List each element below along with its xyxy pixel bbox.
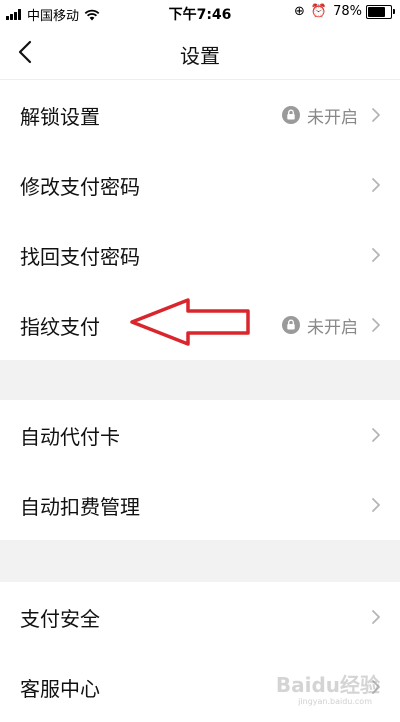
- status-bar: 中国移动 下午7:46 ⊕ ⏰ 78%: [0, 0, 400, 26]
- battery-icon: [366, 4, 395, 19]
- rotation-lock-icon: ⊕: [294, 4, 305, 19]
- section-divider: [0, 540, 400, 582]
- row-label: 找回支付密码: [20, 244, 140, 269]
- chevron-right-icon: [372, 178, 380, 192]
- lock-icon: [282, 316, 300, 334]
- row-label: 解锁设置: [20, 104, 100, 129]
- battery-fill: [368, 6, 386, 17]
- row-label: 修改支付密码: [20, 174, 140, 199]
- nav-bar: 设置: [0, 26, 400, 80]
- row-label: 自动代付卡: [20, 424, 120, 449]
- lock-icon: [282, 106, 300, 124]
- row-label: 支付安全: [20, 606, 100, 631]
- chevron-right-icon: [372, 108, 380, 122]
- battery-percent: 78%: [333, 4, 362, 19]
- settings-row-recover-password[interactable]: 找回支付密码: [0, 220, 400, 290]
- battery-nub: [393, 8, 395, 14]
- status-text: 未开启: [307, 317, 358, 338]
- page-title: 设置: [180, 44, 220, 68]
- settings-row-auto-pay-card[interactable]: 自动代付卡: [0, 400, 400, 470]
- chevron-right-icon: [372, 248, 380, 262]
- status-text: 未开启: [307, 107, 358, 128]
- settings-row-pay-security[interactable]: 支付安全: [0, 582, 400, 652]
- chevron-right-icon: [372, 610, 380, 624]
- annotation-arrow-icon: [130, 298, 250, 346]
- watermark: Baidu经验: [275, 673, 380, 697]
- row-status: 未开启: [282, 103, 358, 128]
- settings-row-change-password[interactable]: 修改支付密码: [0, 150, 400, 220]
- section-divider: [0, 360, 400, 400]
- row-status: 未开启: [282, 313, 358, 338]
- chevron-right-icon: [372, 318, 380, 332]
- settings-row-auto-deduct[interactable]: 自动扣费管理: [0, 470, 400, 540]
- chevron-right-icon: [372, 498, 380, 512]
- watermark-url: jingyan.baidu.com: [298, 697, 372, 706]
- settings-row-unlock[interactable]: 解锁设置 未开启: [0, 80, 400, 150]
- alarm-icon: ⏰: [310, 4, 328, 19]
- chevron-right-icon: [372, 428, 380, 442]
- status-right: ⊕ ⏰ 78%: [294, 4, 395, 19]
- row-label: 自动扣费管理: [20, 494, 140, 519]
